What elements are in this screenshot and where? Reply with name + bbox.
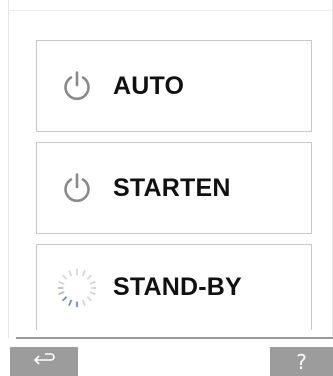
standby-mode-button[interactable]: STAND-BY [36,244,312,330]
start-mode-button[interactable]: STARTEN [36,142,312,234]
loading-spinner-icon [53,264,101,312]
auto-mode-button[interactable]: AUTO [36,40,312,132]
frame-top-edge [8,10,333,11]
help-icon: ? [296,349,307,374]
power-icon [53,164,101,212]
frame-left-edge [8,0,9,338]
back-button[interactable] [10,347,78,376]
back-arrow-icon [31,352,57,371]
auto-mode-label: AUTO [113,71,185,100]
standby-mode-label: STAND-BY [113,273,242,301]
help-button[interactable]: ? [270,347,333,376]
power-icon [53,62,101,110]
start-mode-label: STARTEN [113,173,231,202]
footer-divider [16,337,333,339]
